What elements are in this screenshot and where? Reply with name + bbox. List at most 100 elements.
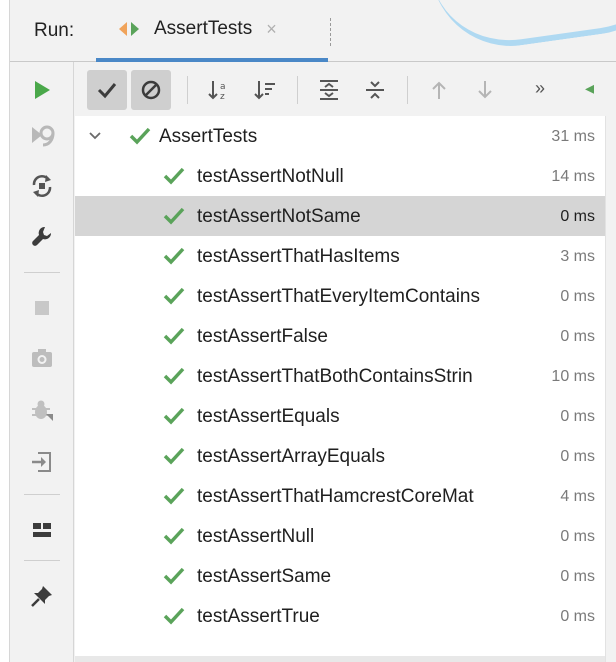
test-duration: 14 ms [551,168,595,185]
test-duration: 4 ms [560,488,595,505]
passed-check-icon [163,367,185,385]
stop-button[interactable] [24,290,60,326]
stop-icon [35,301,49,315]
tree-root-time: 31 ms [551,128,595,145]
sort-alphabetically-button[interactable]: a z [199,70,239,110]
expand-all-icon [320,80,338,100]
test-name: testAssertSame [197,566,332,587]
toolbar-separator [24,494,60,495]
test-row[interactable]: testAssertTrue 0 ms [75,596,605,636]
test-duration: 3 ms [560,248,595,265]
side-toolbar [10,62,74,662]
passed-check-icon [163,207,185,225]
show-passed-button[interactable] [87,70,127,110]
passed-check-icon [163,287,185,305]
test-row[interactable]: testAssertNotNull 14 ms [75,156,605,196]
overflow-icon: ◂ [585,78,595,98]
test-duration: 0 ms [560,408,595,425]
test-row[interactable]: testAssertFalse 0 ms [75,316,605,356]
test-name: testAssertNull [197,526,315,547]
close-icon[interactable]: × [266,19,277,40]
passed-check-icon [163,487,185,505]
test-class-icon [118,20,140,38]
settings-button[interactable] [24,218,60,254]
collapse-all-button[interactable] [355,70,395,110]
vertical-scrollbar[interactable] [605,116,616,662]
pin-tab-button[interactable] [24,578,60,614]
test-name: testAssertThatHasItems [197,246,400,267]
test-name: testAssertNotSame [197,206,361,227]
import-tests-button[interactable] [24,444,60,480]
checkmark-icon [97,83,117,99]
layout-button[interactable] [24,512,60,548]
pin-icon [31,586,52,607]
svg-text:z: z [220,92,225,102]
import-icon [32,452,51,472]
horizontal-scrollbar[interactable] [75,656,605,662]
rerun-failed-button[interactable] [24,118,60,154]
test-name: testAssertArrayEquals [197,446,385,467]
left-edge [0,0,10,662]
chevron-down-icon[interactable] [87,128,103,144]
more-actions-button[interactable]: » [535,78,545,99]
test-row[interactable]: testAssertSame 0 ms [75,556,605,596]
expand-all-button[interactable] [309,70,349,110]
sort-alpha-icon: a z [208,81,226,102]
next-failed-button[interactable] [465,70,505,110]
test-duration: 10 ms [551,368,595,385]
test-row[interactable]: testAssertEquals 0 ms [75,396,605,436]
passed-check-icon [163,247,185,265]
decorative-arc [431,0,616,57]
toolbar-separator [297,76,298,104]
test-duration: 0 ms [560,328,595,345]
passed-check-icon [163,527,185,545]
test-row[interactable]: testAssertArrayEquals 0 ms [75,436,605,476]
play-icon [35,81,50,99]
test-toolbar: a z » ◂ [75,62,616,116]
arrow-up-icon [432,81,446,99]
tab-assert-tests[interactable]: AssertTests × [96,0,328,62]
test-row[interactable]: testAssertThatBothContainsStrin 10 ms [75,356,605,396]
toolbar-separator [24,560,60,561]
rerun-button[interactable] [24,72,60,108]
sort-by-duration-button[interactable] [245,70,285,110]
test-duration: 0 ms [560,528,595,545]
sort-duration-icon [254,81,275,100]
arrow-down-icon [478,81,492,99]
test-row[interactable]: testAssertNotSame 0 ms [75,196,605,236]
run-header: Run: AssertTests × [10,0,616,62]
collapse-all-icon [366,81,384,99]
camera-icon [32,349,52,367]
debug-button[interactable] [24,392,60,428]
toolbar-separator [187,76,188,104]
auto-test-icon [32,175,52,197]
test-name: testAssertEquals [197,406,340,427]
test-duration: 0 ms [560,208,595,225]
test-duration: 0 ms [560,608,595,625]
dump-threads-button[interactable] [24,340,60,376]
test-row[interactable]: testAssertThatEveryItemContains 0 ms [75,276,605,316]
bug-icon [32,400,53,421]
toggle-auto-test-button[interactable] [24,168,60,204]
test-name: testAssertTrue [197,606,320,627]
run-tool-window: Run: AssertTests × a z » ◂ AssertTests 3… [0,0,616,662]
test-name: testAssertThatHamcrestCoreMat [197,486,474,507]
passed-check-icon [163,407,185,425]
toolbar-separator [24,272,60,273]
passed-check-icon [163,567,185,585]
passed-check-icon [163,447,185,465]
test-row[interactable]: testAssertNull 0 ms [75,516,605,556]
test-results-tree: AssertTests 31 ms testAssertNotNull 14 ms… [75,116,605,662]
passed-check-icon [163,167,185,185]
rerun-failed-icon [32,125,55,147]
tab-label: AssertTests [154,18,253,39]
test-row[interactable]: testAssertThatHamcrestCoreMat 4 ms [75,476,605,516]
previous-failed-button[interactable] [419,70,459,110]
test-name: testAssertThatBothContainsStrin [197,366,473,387]
tree-root-row[interactable]: AssertTests 31 ms [75,116,605,156]
test-row[interactable]: testAssertThatHasItems 3 ms [75,236,605,276]
ignored-icon [141,80,161,100]
test-name: testAssertNotNull [197,166,344,187]
tree-root-label: AssertTests [159,126,258,147]
show-ignored-button[interactable] [131,70,171,110]
